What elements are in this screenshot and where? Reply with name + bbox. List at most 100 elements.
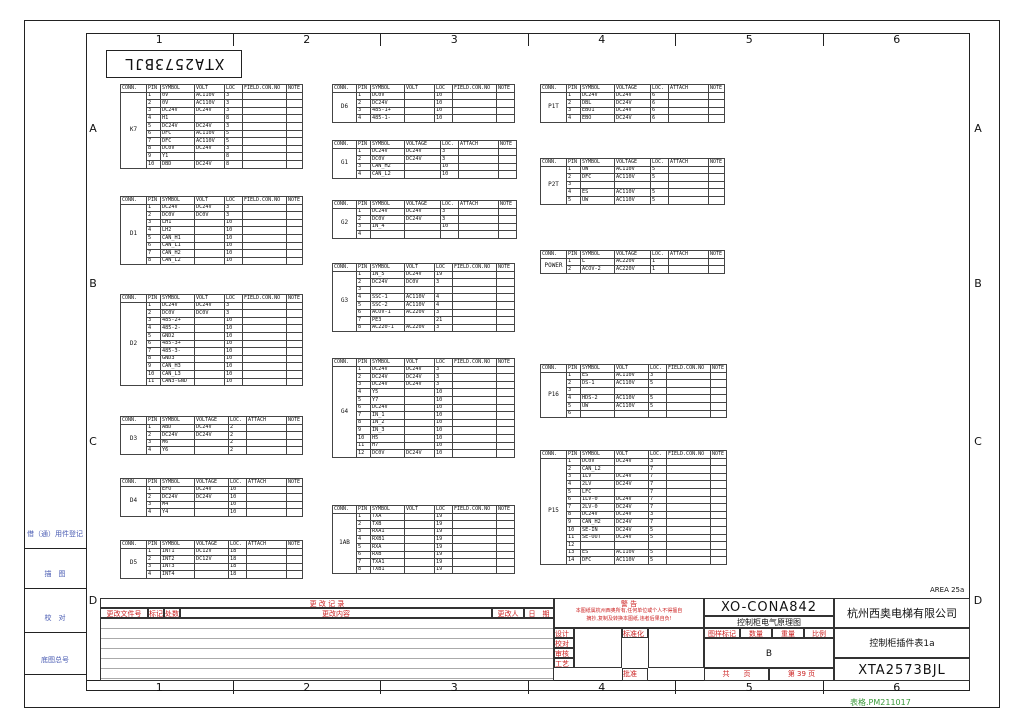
table-cell: EBO1 [580, 106, 615, 116]
table-cell: 5 [356, 395, 371, 405]
table-cell [404, 388, 435, 397]
row-label: A [89, 122, 97, 135]
table-cell [666, 487, 711, 497]
table-cell: 5 [356, 300, 371, 310]
table-cell [242, 159, 287, 169]
table-row: 12 DC0V DC24V 10 [333, 449, 515, 458]
table-cell: 2 [146, 99, 161, 108]
table-cell: 10 [434, 99, 453, 108]
table-cell [668, 114, 709, 123]
table-cell [242, 347, 287, 356]
table-cell: 1 [650, 265, 669, 274]
table-cell: 2 [228, 438, 247, 448]
table-cell [708, 195, 725, 205]
table-row: POWER 1 L AC220V 1 [540, 257, 725, 274]
table-cell: 10 [434, 91, 453, 101]
table-cell: INT3 [160, 562, 195, 572]
table-cell [194, 339, 225, 349]
table-cell: CAN_H3 [160, 362, 195, 371]
side-label: 底图总号 [24, 646, 86, 675]
table-cell: 7 [356, 558, 371, 567]
table-cell [246, 555, 287, 564]
row-label: B [89, 277, 97, 290]
table-cell [404, 395, 435, 405]
table-cell [452, 91, 497, 101]
table-cell [242, 369, 287, 379]
table-row: 8 GND3 10 [121, 354, 303, 364]
table-cell: 2 [566, 379, 581, 388]
table-row: G1 1 DC24V DC24V 3 [332, 147, 517, 179]
table-cell: CAN_H2 [580, 518, 615, 527]
connector-name: P1T [540, 91, 567, 123]
table-cell: 8 [224, 152, 243, 161]
table-cell: 2 [146, 431, 161, 440]
table-cell: CAN_L2 [160, 256, 195, 266]
table-header-cell: CONN. [332, 140, 357, 149]
table-cell [668, 180, 709, 190]
table-cell: 4 [356, 535, 371, 544]
table-cell [452, 449, 497, 458]
table-cell [496, 300, 515, 310]
table-cell [242, 226, 287, 235]
connector-table: CONN. PIN SYMBOL VOLTAGE LOC. ATTACH NOTE G1 1 DC… [332, 140, 517, 179]
table-cell [286, 106, 303, 116]
table-cell: 10 [224, 233, 243, 243]
table-cell [708, 165, 725, 175]
table-cell [710, 525, 727, 535]
table-cell [708, 106, 725, 116]
table-cell: 485-1+ [370, 106, 405, 116]
table-row: P1T 1 DC24V DC24V 6 [540, 91, 725, 123]
table-row: 7 485-3- 10 [121, 347, 303, 356]
connector-table: CONN. PIN SYMBOL VOLT LOC. FIELD.CON.NO NOTE P1… [540, 450, 727, 565]
table-cell [710, 379, 727, 388]
table-cell [286, 369, 303, 379]
role-process: 工艺 [554, 658, 574, 668]
table-cell: 1 [356, 91, 371, 101]
connector-name: G2 [332, 207, 357, 239]
table-cell: DC24V [614, 472, 649, 482]
table-cell: 5 [648, 548, 667, 558]
table-cell: 10 [434, 433, 453, 443]
table-row: D4 1 EFO DC24V 10 [120, 485, 303, 517]
table-cell [498, 215, 517, 224]
table-header-cell: LOC. [228, 540, 247, 549]
table-cell: 3 [434, 308, 453, 318]
table-cell: 4 [146, 114, 161, 123]
table-cell: DS-1 [580, 379, 615, 388]
table-cell [404, 403, 435, 413]
table-cell: DFC [160, 129, 195, 139]
table-header-cell: FIELD.CON.NO [242, 196, 287, 205]
table-cell: 10 [434, 411, 453, 420]
table-cell [710, 495, 727, 505]
table-cell: 3 [566, 180, 581, 190]
table-row: 2 DC24V DC24V 2 [121, 431, 303, 440]
table-cell: DC24V [370, 207, 405, 217]
table-cell: ES [580, 371, 615, 381]
table-cell [614, 386, 649, 396]
table-cell: 10 [440, 162, 459, 172]
table-row: 5 UW AC110V 5 [541, 195, 725, 205]
table-row: 9 CAN_H3 10 [121, 362, 303, 371]
table-header-cell: CONN. [332, 84, 357, 93]
table-header-cell: FIELD.CON.NO [452, 358, 497, 367]
table-row: P16 1 ES AC110V 3 [540, 371, 727, 419]
table-cell: H1 [160, 114, 195, 123]
table-row: G3 1 IN_5 DC24V 19 [332, 270, 515, 333]
table-cell [404, 418, 435, 428]
table-cell [242, 152, 287, 161]
table-header-cell: ATTACH [246, 416, 287, 425]
table-cell [404, 285, 435, 295]
table-row: 5 Y7 10 [333, 395, 515, 405]
table-cell [246, 500, 287, 510]
table-row: 2 DC24V DC24V 10 [121, 493, 303, 502]
table-cell [580, 409, 615, 419]
table-cell: DC24V [160, 301, 195, 311]
table-cell: DFC [160, 137, 195, 146]
table-cell: 11 [566, 533, 581, 543]
table-cell [496, 550, 515, 560]
table-cell: DC0V [160, 309, 195, 318]
table-cell: 3 [146, 500, 161, 510]
table-cell: 2 [356, 215, 371, 224]
table-cell: IN_2 [370, 418, 405, 428]
standardization-area [648, 628, 704, 668]
